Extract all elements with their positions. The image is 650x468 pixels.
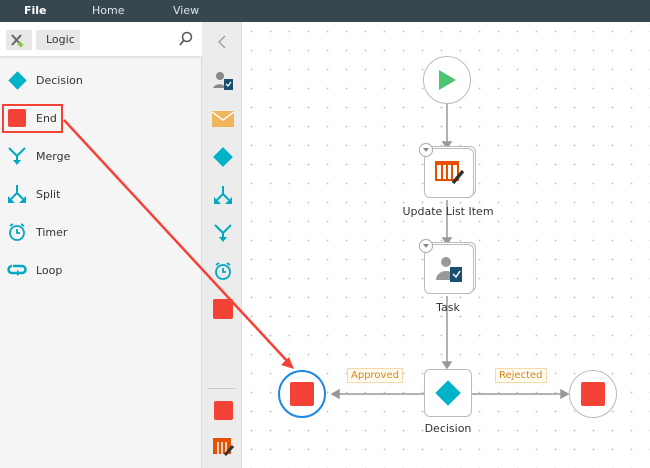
loop-icon: [6, 259, 28, 281]
end-square-icon: [290, 382, 314, 406]
diamond-icon[interactable]: [212, 146, 234, 168]
end-square-icon[interactable]: [212, 298, 234, 320]
toolbox-panel: Logic Decision End Merge Split Timer Loo…: [0, 22, 202, 468]
merge-icon[interactable]: [212, 222, 234, 244]
palette-item-label: Split: [36, 187, 61, 201]
edge-label-rejected: Rejected: [495, 368, 547, 383]
workflow-canvas[interactable]: Update List Item Task Decision Approved …: [242, 22, 650, 468]
search-icon[interactable]: [178, 31, 194, 47]
end-node-rejected[interactable]: [569, 370, 617, 418]
end-square-icon: [581, 382, 605, 406]
collapse-toggle-icon[interactable]: [419, 143, 433, 157]
menu-file[interactable]: File: [24, 4, 47, 17]
end-node-approved[interactable]: [278, 370, 326, 418]
merge-icon: [6, 145, 28, 167]
palette-item-label: Loop: [36, 263, 63, 277]
diamond-icon: [435, 380, 461, 406]
menu-view[interactable]: View: [173, 4, 199, 17]
update-list-item-icon[interactable]: [212, 436, 234, 458]
start-node[interactable]: [423, 56, 471, 104]
task-icon[interactable]: [212, 70, 234, 92]
palette-item-loop[interactable]: Loop: [0, 253, 200, 287]
split-icon: [6, 183, 28, 205]
play-icon: [439, 70, 456, 90]
timer-icon[interactable]: [212, 260, 234, 282]
tools-icon[interactable]: [6, 30, 32, 50]
breadcrumb-logic[interactable]: Logic: [36, 30, 80, 50]
highlight-box: [2, 104, 63, 133]
palette-item-merge[interactable]: Merge: [0, 139, 200, 173]
node-label: Task: [436, 301, 460, 314]
split-icon[interactable]: [212, 184, 234, 206]
divider: [208, 388, 236, 389]
task-icon: [436, 257, 462, 282]
update-list-item-icon: [435, 161, 464, 185]
palette-item-label: Decision: [36, 73, 83, 87]
timer-icon: [6, 221, 28, 243]
edge-label-approved[interactable]: Approved: [347, 368, 403, 383]
palette-item-split[interactable]: Split: [0, 177, 200, 211]
task-node[interactable]: [419, 239, 474, 294]
palette-strip: [202, 22, 242, 468]
menu-bar: File Home View: [0, 0, 650, 22]
email-icon[interactable]: [212, 108, 234, 130]
palette-item-decision[interactable]: Decision: [0, 63, 200, 97]
palette-item-label: Timer: [36, 225, 68, 239]
breadcrumb: Logic: [0, 22, 202, 58]
decision-node[interactable]: [424, 369, 472, 417]
update-list-item-node[interactable]: [419, 143, 474, 198]
collapse-toggle-icon[interactable]: [419, 239, 433, 253]
end-square-icon[interactable]: [212, 399, 234, 421]
node-label: Update List Item: [402, 205, 494, 218]
menu-home[interactable]: Home: [92, 4, 124, 17]
node-label: Decision: [424, 422, 472, 435]
palette-item-timer[interactable]: Timer: [0, 215, 200, 249]
diamond-icon: [6, 69, 28, 91]
collapse-chevron-icon[interactable]: [214, 34, 230, 50]
palette-item-label: Merge: [36, 149, 71, 163]
